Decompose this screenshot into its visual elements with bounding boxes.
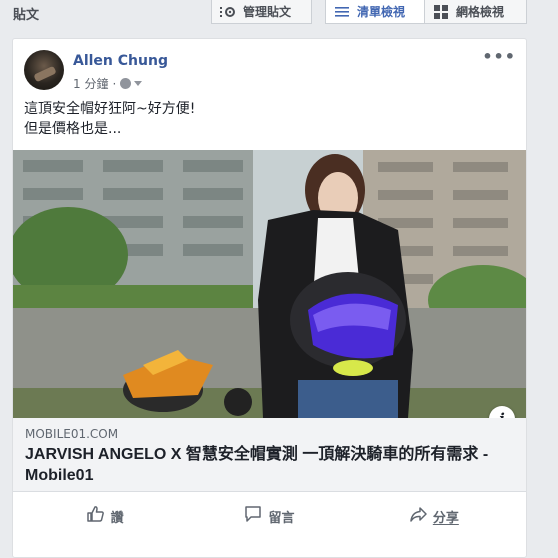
meta-separator: · (112, 76, 117, 91)
section-title: 貼文 (13, 8, 40, 23)
share-icon (409, 505, 427, 527)
grid-view-label: 網格檢視 (456, 5, 505, 19)
list-icon (334, 5, 350, 19)
privacy-dropdown-icon[interactable] (134, 81, 143, 86)
post-meta: 1 分鐘 · (73, 75, 143, 92)
comment-icon (244, 505, 262, 527)
grid-view-button[interactable]: 網格檢視 (425, 0, 527, 24)
share-button[interactable]: 分享 (352, 499, 516, 533)
thumbs-up-icon (86, 505, 105, 527)
settings-list-icon (220, 5, 236, 19)
globe-icon (120, 78, 132, 89)
comment-button[interactable]: 留言 (187, 499, 351, 533)
like-label: 讚 (110, 510, 124, 526)
like-button[interactable]: 讚 (23, 499, 187, 533)
list-view-button[interactable]: 清單檢視 (325, 0, 425, 24)
post-text-line: 這頂安全帽好狂阿~好方便! (24, 101, 196, 117)
link-domain: MOBILE01.COM (25, 427, 119, 441)
manage-posts-label: 管理貼文 (243, 5, 292, 19)
link-preview-meta[interactable]: MOBILE01.COM JARVISH ANGELO X 智慧安全帽實測 一頂… (13, 418, 526, 492)
post-timestamp[interactable]: 1 分鐘 (73, 75, 108, 92)
grid-icon (433, 4, 449, 19)
post-actions: 讚 留言 分享 (23, 499, 516, 533)
author-name[interactable]: Allen Chung (73, 53, 168, 69)
more-options-icon[interactable]: ••• (482, 47, 516, 66)
share-label: 分享 (432, 510, 459, 526)
post-text-line: 但是價格也是... (24, 121, 122, 137)
post-text: 這頂安全帽好狂阿~好方便! 但是價格也是... (24, 99, 195, 139)
manage-posts-button[interactable]: 管理貼文 (211, 0, 312, 24)
link-preview-image[interactable]: i (13, 150, 526, 418)
author-avatar[interactable] (24, 50, 64, 90)
post-card: Allen Chung 1 分鐘 · ••• 這頂安全帽好狂阿~好方便! 但是價… (12, 38, 527, 558)
posts-toolbar: 貼文 管理貼文 清單檢視 網格檢視 (0, 0, 558, 26)
comment-label: 留言 (268, 510, 295, 526)
list-view-label: 清單檢視 (357, 5, 406, 19)
link-title[interactable]: JARVISH ANGELO X 智慧安全帽實測 一頂解決騎車的所有需求 - M… (25, 444, 514, 486)
